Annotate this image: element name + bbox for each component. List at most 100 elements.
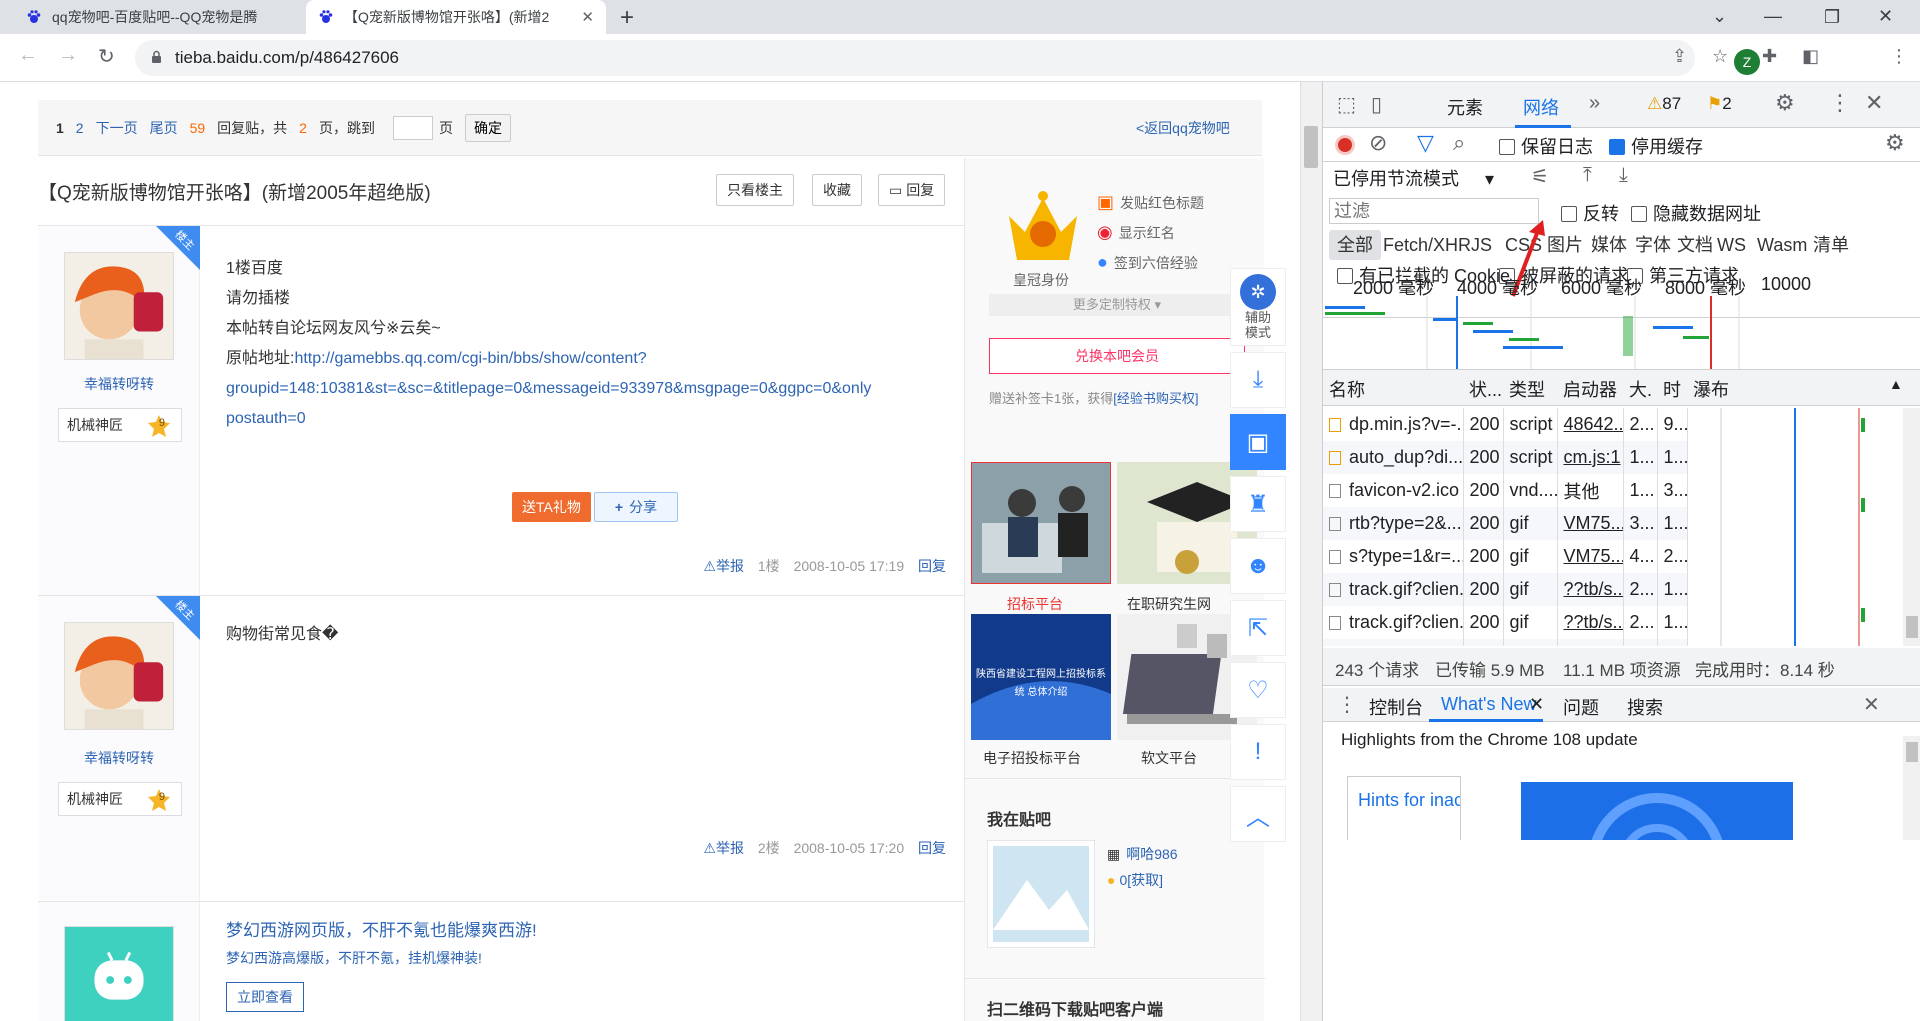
minimize-icon[interactable]: — xyxy=(1764,6,1782,27)
devtools-menu-icon[interactable]: ⋮ xyxy=(1829,90,1851,116)
close-drawer-icon[interactable]: ✕ xyxy=(1863,692,1880,717)
restore-icon[interactable]: ❐ xyxy=(1824,7,1840,28)
game-ad-avatar[interactable] xyxy=(64,926,174,1021)
source-link[interactable]: http://gamebbs.qq.com/cgi-bin/bbs/show/c… xyxy=(294,350,646,367)
request-row[interactable]: s?type=1&r=... 200 gif VM75... 4... 2... xyxy=(1323,540,1688,573)
feedback-button[interactable]: ! xyxy=(1230,724,1286,780)
sort-up-icon[interactable]: ▲ xyxy=(1889,376,1903,392)
request-row[interactable]: se.jpg?type=...200gifcm.js:12...1... xyxy=(1323,639,1688,646)
warnings-counter[interactable]: ⚠87 xyxy=(1647,94,1681,114)
import-har-icon[interactable]: ⤒ xyxy=(1583,164,1592,187)
get-coins-link[interactable]: [获取] xyxy=(1127,872,1163,888)
filter-input[interactable] xyxy=(1329,198,1539,224)
device-toolbar-icon[interactable]: ▯ xyxy=(1371,92,1382,117)
chat-button[interactable]: ▣ xyxy=(1230,414,1286,470)
network-conditions-icon[interactable]: ⚟ xyxy=(1531,164,1549,189)
more-tabs-icon[interactable]: » xyxy=(1589,92,1600,115)
tab-search-chevron-icon[interactable]: ⌄ xyxy=(1712,6,1727,27)
back-icon[interactable]: ← xyxy=(18,44,38,67)
tab-network[interactable]: 网络 xyxy=(1523,94,1559,120)
source-link-cont[interactable]: groupid=148:10381&st=&sc=&titlepage=0&me… xyxy=(226,380,871,397)
side-panel-icon[interactable]: ◧ xyxy=(1802,46,1819,67)
record-icon[interactable] xyxy=(1335,135,1355,155)
table-scrollbar[interactable] xyxy=(1903,408,1920,646)
col-waterfall[interactable]: 瀑布 xyxy=(1693,376,1729,402)
browser-tab-qq-pet[interactable]: qq宠物吧-百度贴吧--QQ宠物是腾 xyxy=(14,0,306,34)
ad-e-bidding[interactable]: 陕西省建设工程网上招投标系统 总体介绍 xyxy=(971,614,1111,740)
search-icon[interactable]: ⌕ xyxy=(1453,130,1465,156)
filter-manifest[interactable]: 清单 xyxy=(1813,230,1849,260)
hints-card[interactable]: Hints for inactive xyxy=(1347,776,1461,840)
request-row[interactable]: favicon-v2.ico 200 vnd.... 其他 1... 3... xyxy=(1323,474,1688,507)
share-float-button[interactable]: ⇱ xyxy=(1230,600,1286,656)
request-row[interactable]: dp.min.js?v=-... 200 script 48642... 2... 9..… xyxy=(1323,408,1688,441)
magic-button[interactable]: ♜ xyxy=(1230,476,1286,532)
back-to-top-button[interactable]: ︿ xyxy=(1230,786,1286,842)
filter-font[interactable]: 字体 xyxy=(1635,230,1671,260)
user-avatar[interactable] xyxy=(64,622,174,730)
col-size[interactable]: 大. xyxy=(1629,376,1652,402)
send-gift-button[interactable]: 送TA礼物 xyxy=(512,492,591,522)
my-username[interactable]: ▦ 啊哈986 xyxy=(1107,844,1178,864)
exchange-membership-button[interactable]: 兑换本吧会员 xyxy=(989,338,1245,374)
back-to-forum-link[interactable]: <返回qq宠物吧 xyxy=(1136,118,1230,138)
col-status[interactable]: 状... xyxy=(1469,376,1502,402)
exp-book-link[interactable]: [经验书购买权] xyxy=(1113,391,1198,406)
invert-checkbox[interactable]: 反转 xyxy=(1561,200,1619,226)
drawer-tab-issues[interactable]: 问题 xyxy=(1563,694,1599,720)
only-author-button[interactable]: 只看楼主 xyxy=(716,174,794,206)
ad-caption[interactable]: 在职研究生网 xyxy=(1127,594,1211,614)
user-avatar[interactable] xyxy=(64,252,174,360)
ad-bidding-platform[interactable] xyxy=(971,462,1111,584)
share-button[interactable]: + 分享 xyxy=(594,492,678,522)
bear-button[interactable]: ☻ xyxy=(1230,538,1286,594)
clear-icon[interactable]: ⊘ xyxy=(1369,130,1387,156)
close-tab-icon[interactable]: ✕ xyxy=(581,8,594,26)
forward-icon[interactable]: → xyxy=(58,44,78,67)
address-bar[interactable]: tieba.baidu.com/p/486427606 xyxy=(135,40,1695,76)
tab-elements[interactable]: 元素 xyxy=(1447,94,1483,120)
request-row[interactable]: track.gif?clien... 200 gif ??tb/s... 2... 1..… xyxy=(1323,573,1688,606)
my-avatar[interactable] xyxy=(987,840,1095,948)
report-link[interactable]: ⚠举报 xyxy=(703,558,744,574)
disable-cache-checkbox[interactable]: 停用缓存 xyxy=(1609,133,1703,159)
filter-funnel-icon[interactable]: ▽ xyxy=(1417,130,1434,156)
table-scrollbar-thumb[interactable] xyxy=(1906,616,1918,638)
filter-media[interactable]: 媒体 xyxy=(1591,230,1627,260)
filter-all[interactable]: 全部 xyxy=(1329,230,1381,260)
ad-view-button[interactable]: 立即查看 xyxy=(226,982,304,1012)
col-initiator[interactable]: 启动器 xyxy=(1563,376,1617,402)
reply-button[interactable]: ▭ 回复 xyxy=(878,174,946,206)
throttling-select[interactable]: 已停用节流模式 ▾ xyxy=(1333,165,1494,191)
inspect-icon[interactable]: ⬚ xyxy=(1337,92,1356,117)
close-whats-new-icon[interactable]: ✕ xyxy=(1529,694,1544,715)
page-scrollbar[interactable] xyxy=(1300,82,1322,1021)
hide-data-urls-checkbox[interactable]: 隐藏数据网址 xyxy=(1631,200,1761,226)
next-page-link[interactable]: 下一页 xyxy=(96,118,138,138)
drawer-tab-console[interactable]: 控制台 xyxy=(1369,694,1423,720)
ad-caption[interactable]: 电子招投标平台 xyxy=(983,748,1081,768)
reload-icon[interactable]: ↻ xyxy=(98,44,115,69)
share-icon[interactable]: ⇪ xyxy=(1672,46,1687,67)
ad-caption[interactable]: 招标平台 xyxy=(1007,594,1063,614)
username-link[interactable]: 幸福转呀转 xyxy=(38,374,200,394)
request-row[interactable]: auto_dup?di... 200 script cm.js:1 1... 1... xyxy=(1323,441,1688,474)
page-2-link[interactable]: 2 xyxy=(76,120,84,136)
window-close-icon[interactable]: ✕ xyxy=(1878,6,1893,27)
more-privileges[interactable]: 更多定制特权 ▾ xyxy=(989,294,1245,316)
profile-avatar[interactable]: Z xyxy=(1734,49,1760,75)
reply-link[interactable]: 回复 xyxy=(918,840,946,856)
username-link[interactable]: 幸福转呀转 xyxy=(38,748,200,768)
issues-counter[interactable]: ⚑2 xyxy=(1707,94,1732,114)
filter-img[interactable]: 图片 xyxy=(1547,230,1583,260)
report-link[interactable]: ⚠举报 xyxy=(703,840,744,856)
extensions-icon[interactable]: ✚ xyxy=(1762,46,1777,67)
network-settings-gear-icon[interactable]: ⚙ xyxy=(1885,130,1905,156)
drawer-scrollbar-thumb[interactable] xyxy=(1906,742,1918,762)
col-name[interactable]: 名称 xyxy=(1329,376,1365,402)
drawer-tab-whats-new[interactable]: What's New xyxy=(1441,694,1536,715)
ad-caption[interactable]: 软文平台 xyxy=(1141,748,1197,768)
filter-wasm[interactable]: Wasm xyxy=(1757,230,1807,260)
settings-gear-icon[interactable]: ⚙ xyxy=(1775,90,1795,116)
drawer-menu-icon[interactable]: ⋮ xyxy=(1337,692,1357,717)
